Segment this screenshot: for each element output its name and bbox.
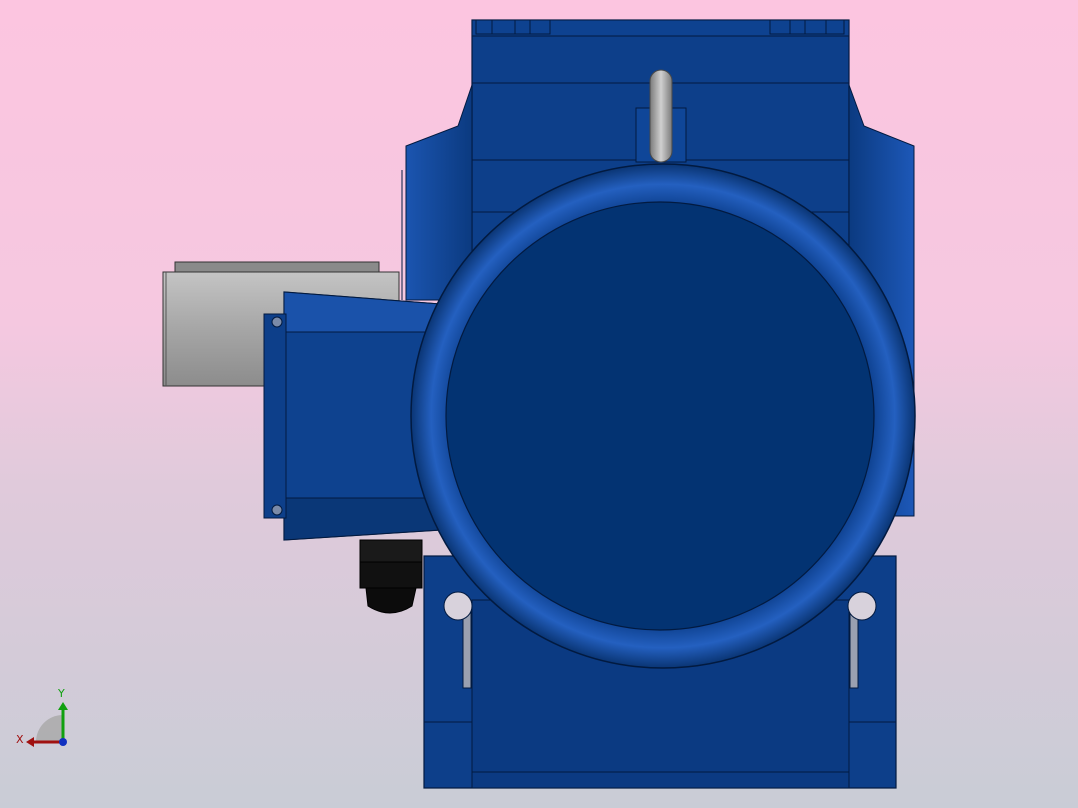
x-axis-label: X xyxy=(16,733,24,746)
motor-model[interactable] xyxy=(0,0,1078,808)
orientation-triad: Y X xyxy=(14,688,74,752)
y-axis-label: Y xyxy=(58,687,65,700)
end-cover[interactable] xyxy=(410,163,916,669)
z-axis-dot xyxy=(59,738,67,746)
graphics-viewport[interactable]: Y X xyxy=(0,0,1078,808)
cable-gland[interactable] xyxy=(359,539,423,614)
